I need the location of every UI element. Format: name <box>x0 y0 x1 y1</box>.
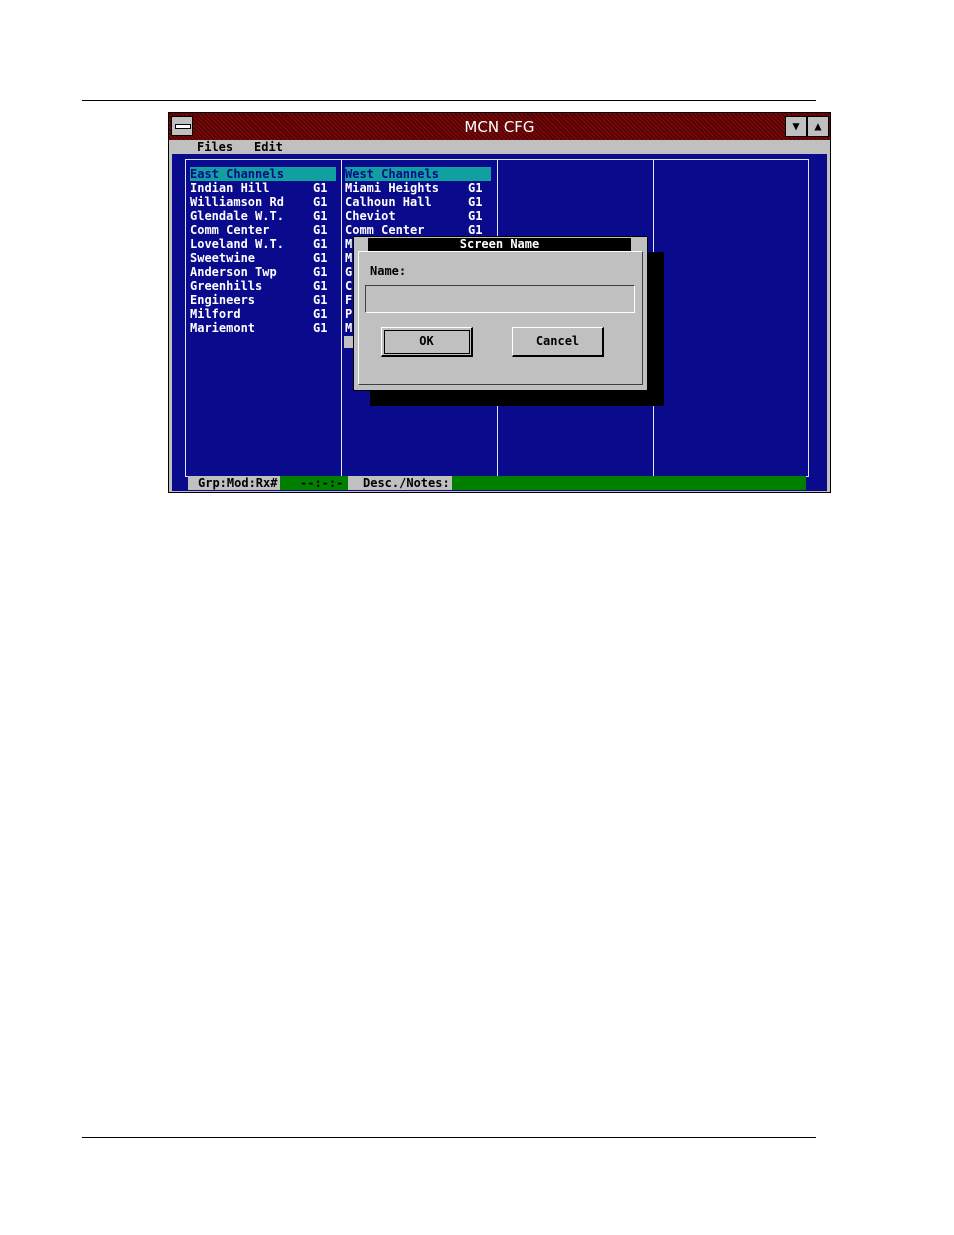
channel-group: G1 <box>313 181 328 195</box>
menu-edit[interactable]: Edit <box>254 140 283 154</box>
channel-group: G1 <box>313 223 328 237</box>
channel-row[interactable]: Greenhills G1 <box>190 279 336 293</box>
channel-group: G1 <box>313 279 328 293</box>
channel-name: Cheviot <box>345 209 396 223</box>
channel-name: Comm Center <box>345 223 425 237</box>
channel-group: G1 <box>313 251 328 265</box>
title-bar[interactable]: MCN CFG ▼ ▲ <box>169 113 830 141</box>
ok-button[interactable]: OK <box>381 327 473 357</box>
channel-row[interactable]: Mariemont G1 <box>190 321 336 335</box>
channel-row[interactable]: Sweetwine G1 <box>190 251 336 265</box>
column-divider <box>341 159 342 477</box>
east-channels-list: East Channels Indian Hill G1 Williamson Rd… <box>190 167 336 335</box>
cancel-button[interactable]: Cancel <box>512 327 604 357</box>
channel-row[interactable]: Comm Center G1 <box>190 223 336 237</box>
east-channels-header: East Channels <box>190 167 336 181</box>
channel-group: G1 <box>468 223 483 237</box>
grp-mod-rx-value: --:-:- <box>300 476 344 490</box>
channel-row[interactable]: Williamson Rd G1 <box>190 195 336 209</box>
channel-row[interactable]: Comm Center G1 <box>345 223 491 237</box>
channel-group: G1 <box>468 209 483 223</box>
maximize-icon[interactable]: ▲ <box>807 116 829 137</box>
screen-name-dialog: Screen Name Name: OK Cancel <box>353 236 648 391</box>
channel-group: G1 <box>313 237 328 251</box>
channel-name: Williamson Rd <box>190 195 284 209</box>
status-bar: Grp:Mod:Rx# --:-:- Desc./Notes: <box>188 476 806 490</box>
name-input[interactable] <box>365 285 635 313</box>
channel-group: G1 <box>313 307 328 321</box>
channel-group: G1 <box>313 195 328 209</box>
channel-row[interactable]: Calhoun Hall G1 <box>345 195 491 209</box>
grp-mod-rx-label: Grp:Mod:Rx# <box>188 476 281 490</box>
channel-row[interactable]: Engineers G1 <box>190 293 336 307</box>
desc-notes-label: Desc./Notes: <box>348 476 452 490</box>
channel-group: G1 <box>313 293 328 307</box>
channel-name: Loveland W.T. <box>190 237 284 251</box>
channel-row[interactable]: Miami Heights G1 <box>345 181 491 195</box>
channel-name: Anderson Twp <box>190 265 277 279</box>
menu-files[interactable]: Files <box>197 140 233 154</box>
channel-row[interactable]: Glendale W.T. G1 <box>190 209 336 223</box>
dialog-title: Screen Name <box>368 238 631 251</box>
channel-name: Comm Center <box>190 223 270 237</box>
channel-row[interactable]: Anderson Twp G1 <box>190 265 336 279</box>
channel-name: Mariemont <box>190 321 256 335</box>
channel-name: Milford <box>190 307 241 321</box>
channel-group: G1 <box>468 181 483 195</box>
channel-row[interactable]: Indian Hill G1 <box>190 181 336 195</box>
channel-group: G1 <box>468 195 483 209</box>
channel-group: G1 <box>313 265 328 279</box>
name-label: Name: <box>370 264 407 278</box>
west-channels-header: West Channels <box>345 167 491 181</box>
list-selection-remnant <box>344 336 353 348</box>
page-top-rule <box>82 100 816 101</box>
menu-bar: Files Edit <box>169 140 830 154</box>
channel-name: Greenhills <box>190 279 263 293</box>
channel-group: G1 <box>313 209 328 223</box>
channel-row[interactable]: Cheviot G1 <box>345 209 491 223</box>
channel-name: Engineers <box>190 293 256 307</box>
channel-name: Indian Hill <box>190 181 270 195</box>
channel-name: Calhoun Hall <box>345 195 432 209</box>
channel-name: Miami Heights <box>345 181 439 195</box>
channel-group: G1 <box>313 321 328 335</box>
channel-row[interactable]: Loveland W.T. G1 <box>190 237 336 251</box>
channel-name: Sweetwine <box>190 251 256 265</box>
window-title: MCN CFG <box>464 118 535 136</box>
minimize-icon[interactable]: ▼ <box>785 116 807 137</box>
channel-row[interactable]: Milford G1 <box>190 307 336 321</box>
channel-name: Glendale W.T. <box>190 209 284 223</box>
page-bottom-rule <box>82 1137 816 1138</box>
